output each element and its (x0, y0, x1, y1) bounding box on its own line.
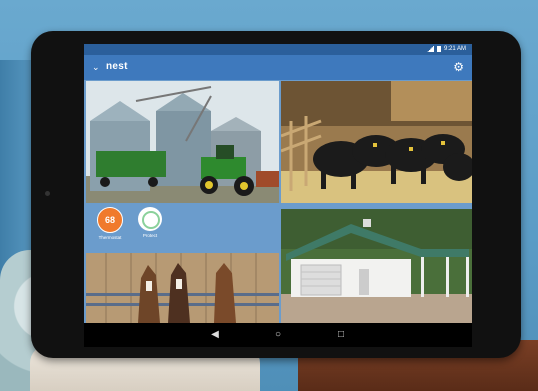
horses-camera[interactable] (86, 253, 279, 323)
signal-icon (426, 46, 434, 52)
thermostat-temperature: 68 (104, 215, 115, 225)
status-bar: 9:21 AM (84, 44, 472, 55)
status-time: 9:21 AM (443, 46, 466, 52)
thermostat-label: Thermostat (98, 235, 122, 240)
barn-cattle-image (281, 81, 472, 203)
app-bar: ⌄ nest ⚙ (84, 55, 472, 80)
battery-icon (436, 46, 441, 52)
back-icon[interactable]: ◀ (206, 328, 224, 342)
protect-ring-icon[interactable] (138, 207, 162, 231)
recent-apps-icon[interactable]: □ (332, 328, 350, 342)
chevron-down-icon[interactable]: ⌄ (92, 62, 100, 73)
horses-image (86, 253, 279, 323)
barn-cattle-camera[interactable] (281, 81, 472, 203)
farm-silos-image (86, 81, 279, 203)
garage-image (281, 209, 472, 323)
garage-camera[interactable] (281, 209, 472, 323)
farm-silos-camera[interactable] (86, 81, 279, 203)
app-brand: nest (106, 61, 128, 72)
home-icon[interactable]: ○ (269, 328, 287, 342)
protect-widget[interactable]: Protect (130, 207, 170, 238)
protect-label: Protect (142, 233, 158, 238)
android-nav-bar: ◀ ○ □ (84, 323, 472, 347)
thermostat-widget[interactable]: 68 Thermostat (90, 207, 130, 240)
thermostat-dial[interactable]: 68 (97, 207, 123, 233)
front-camera (45, 191, 50, 196)
tablet-screen: 9:21 AM ⌄ nest ⚙ 68 Thermostat Protect ◀… (84, 44, 472, 347)
device-widgets: 68 Thermostat Protect (90, 207, 274, 252)
gear-icon[interactable]: ⚙ (453, 60, 464, 74)
